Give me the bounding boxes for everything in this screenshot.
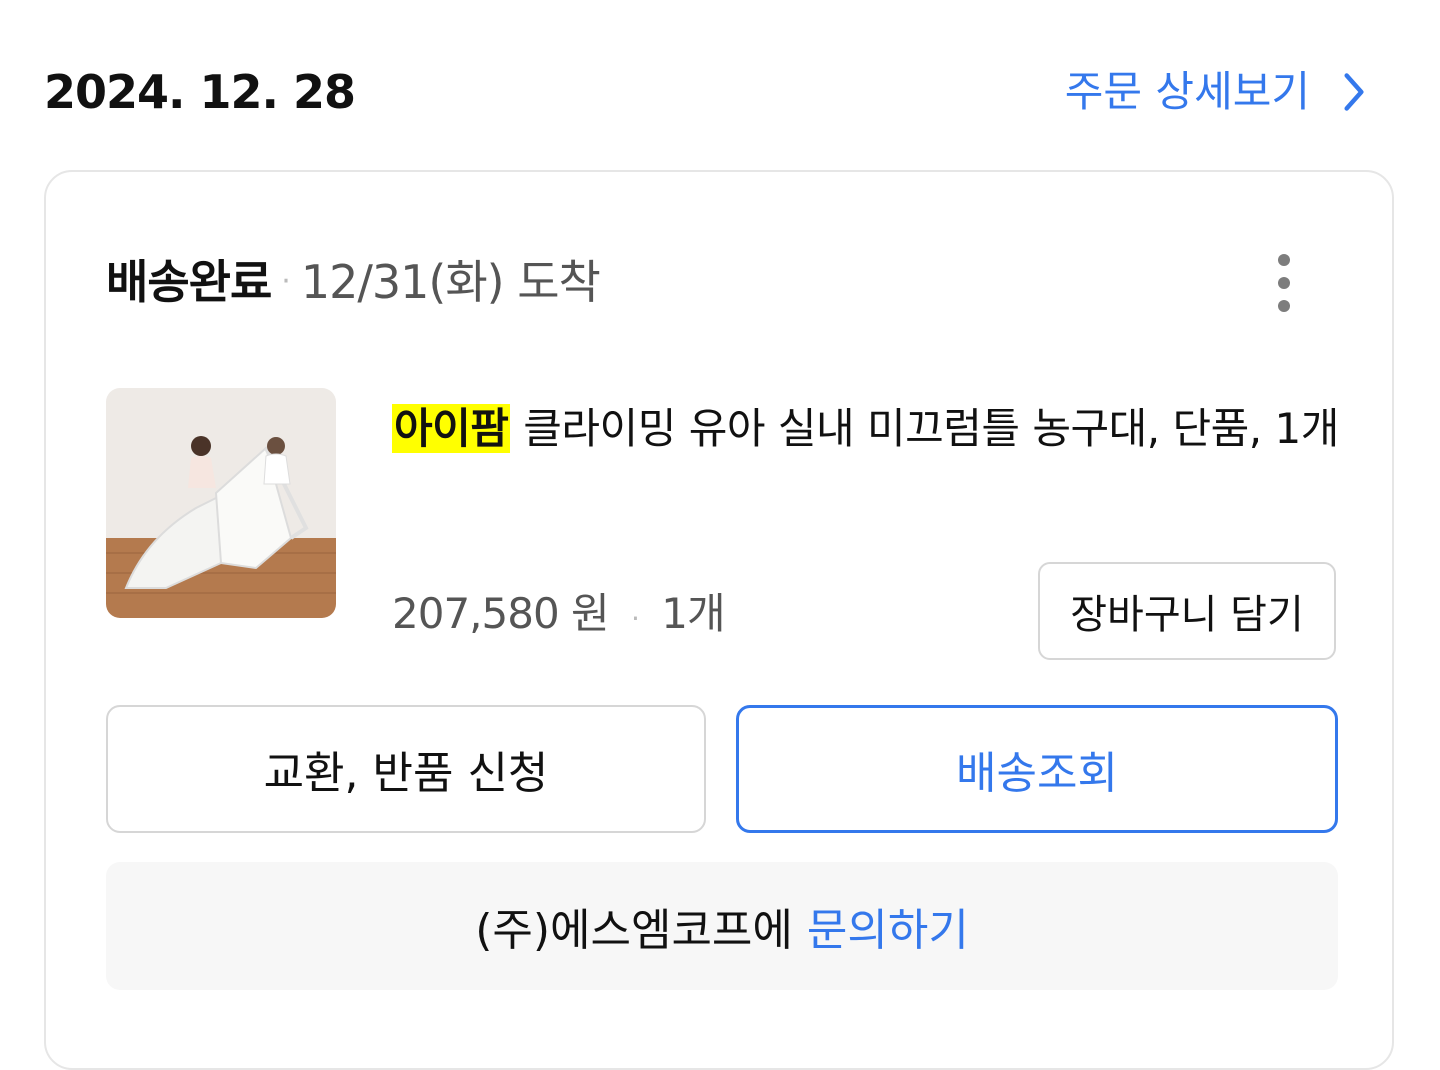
order-card: 배송완료 · 12/31(화) 도착 아이팜 클라이밍 유아 실내 미끄럼틀 농… — [44, 170, 1394, 1070]
product-thumbnail[interactable] — [106, 388, 336, 618]
shipment-status-row: 배송완료 · 12/31(화) 도착 — [106, 250, 601, 314]
order-detail-label: 주문 상세보기 — [1064, 67, 1310, 116]
product-price: 207,580 원 — [392, 589, 610, 638]
order-detail-link[interactable]: 주문 상세보기 — [1065, 60, 1376, 124]
order-date: 2024. 12. 28 — [44, 65, 356, 119]
price-separator: · — [631, 602, 640, 635]
order-header: 2024. 12. 28 주문 상세보기 — [44, 60, 1396, 124]
exchange-return-button[interactable]: 교환, 반품 신청 — [106, 705, 706, 833]
product-image — [106, 388, 336, 618]
product-quantity: 1개 — [661, 589, 725, 638]
inquiry-link[interactable]: 문의하기 — [807, 894, 969, 958]
product-brand: 아이팜 — [392, 404, 511, 453]
product-name: 클라이밍 유아 실내 미끄럼틀 농구대, 단품, 1개 — [523, 404, 1339, 453]
action-buttons: 교환, 반품 신청 배송조회 — [106, 705, 1338, 833]
seller-inquiry-bar: (주)에스엠코프에 문의하기 — [106, 862, 1338, 990]
arrival-date: 12/31(화) 도착 — [300, 255, 601, 309]
seller-name: (주)에스엠코프에 — [475, 905, 793, 956]
price-row: 207,580 원 · 1개 — [392, 582, 726, 651]
chevron-right-icon — [1344, 73, 1364, 111]
add-to-cart-button[interactable]: 장바구니 담기 — [1038, 562, 1336, 660]
product-title[interactable]: 아이팜 클라이밍 유아 실내 미끄럼틀 농구대, 단품, 1개 — [392, 390, 1342, 468]
status-separator: · — [281, 264, 291, 299]
delivery-tracking-button[interactable]: 배송조회 — [736, 705, 1338, 833]
more-options-icon[interactable] — [1272, 254, 1296, 312]
shipment-status: 배송완료 — [106, 255, 272, 309]
